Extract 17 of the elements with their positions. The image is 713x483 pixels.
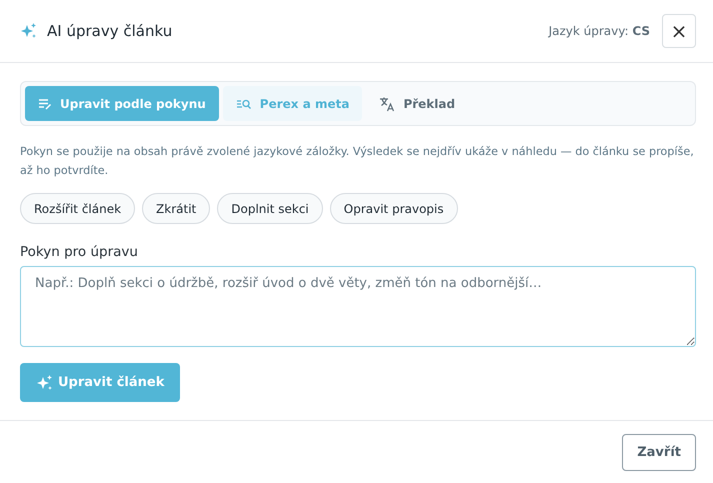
list-search-icon: [236, 98, 252, 110]
tab[interactable]: Překlad: [366, 86, 468, 121]
preset-chip[interactable]: Rozšířit článek: [20, 193, 136, 224]
dialog-title: AI úpravy článku: [47, 22, 172, 40]
sparkle-icon: [20, 22, 38, 40]
sparkle-icon: [36, 374, 54, 392]
language-label: Jazyk úpravy: CS: [548, 24, 650, 38]
edit-list-icon: [38, 98, 52, 110]
field-label: Pokyn pro úpravu: [20, 244, 139, 260]
instruction-field[interactable]: Např.: Doplň sekci o údržbě, rozšiř úvod o dvě věty, změň tón na odbornější…: [20, 266, 696, 347]
preset-chip[interactable]: Zkrátit: [142, 193, 210, 224]
close-button[interactable]: ×: [662, 14, 696, 48]
close-dialog-button[interactable]: Zavřít: [622, 434, 696, 471]
translate-icon: [379, 96, 396, 112]
preset-chip[interactable]: Opravit pravopis: [330, 193, 458, 224]
preset-chip[interactable]: Doplnit sekci: [217, 193, 323, 224]
description-text: Pokyn se použije na obsah právě zvolené jazykové záložky. Výsledek se nejdřív ukáže v náhledu — do článku se propíše, až ho potvrdíte.: [20, 144, 695, 179]
